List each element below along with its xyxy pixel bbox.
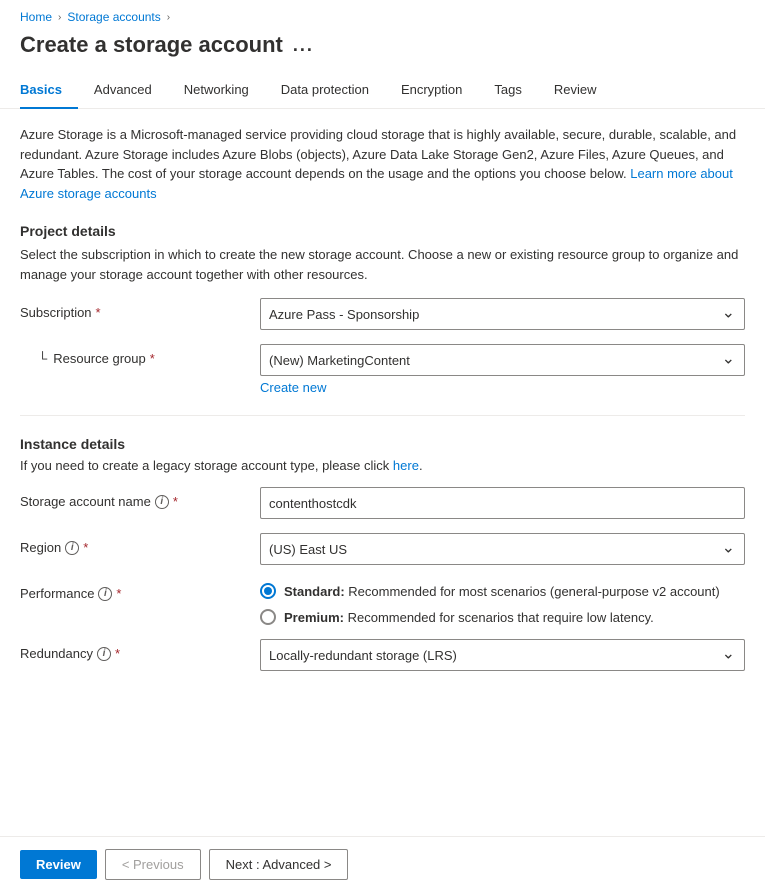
performance-premium-radio[interactable] bbox=[260, 609, 276, 625]
breadcrumb-storage-accounts[interactable]: Storage accounts bbox=[67, 10, 160, 24]
performance-standard-option[interactable]: Standard: Recommended for most scenarios… bbox=[260, 583, 745, 599]
page-title-row: Create a storage account ... bbox=[0, 28, 765, 72]
storage-name-info-icon[interactable]: i bbox=[155, 495, 169, 509]
tab-data-protection[interactable]: Data protection bbox=[265, 72, 385, 109]
tab-review[interactable]: Review bbox=[538, 72, 613, 109]
create-new-link[interactable]: Create new bbox=[260, 380, 326, 395]
storage-name-label: Storage account name i * bbox=[20, 487, 260, 509]
section-divider-1 bbox=[20, 415, 745, 416]
redundancy-info-icon[interactable]: i bbox=[97, 647, 111, 661]
project-details-desc: Select the subscription in which to crea… bbox=[20, 245, 745, 284]
resource-group-row: └ Resource group * (New) MarketingConten… bbox=[20, 344, 745, 395]
tab-networking[interactable]: Networking bbox=[168, 72, 265, 109]
breadcrumb: Home › Storage accounts › bbox=[0, 0, 765, 28]
performance-premium-label: Premium: Recommended for scenarios that … bbox=[284, 610, 654, 625]
legacy-link[interactable]: here bbox=[393, 458, 419, 473]
project-details-title: Project details bbox=[20, 223, 745, 239]
breadcrumb-home[interactable]: Home bbox=[20, 10, 52, 24]
performance-radio-group: Standard: Recommended for most scenarios… bbox=[260, 579, 745, 625]
redundancy-row: Redundancy i * Locally-redundant storage… bbox=[20, 639, 745, 671]
performance-row: Performance i * Standard: Recommended fo… bbox=[20, 579, 745, 625]
breadcrumb-sep2: › bbox=[167, 12, 170, 23]
redundancy-select[interactable]: Locally-redundant storage (LRS) bbox=[260, 639, 745, 671]
tab-encryption[interactable]: Encryption bbox=[385, 72, 478, 109]
region-select[interactable]: (US) East US bbox=[260, 533, 745, 565]
main-content: Azure Storage is a Microsoft-managed ser… bbox=[0, 109, 765, 765]
tab-advanced[interactable]: Advanced bbox=[78, 72, 168, 109]
subscription-required: * bbox=[96, 305, 101, 320]
storage-name-row: Storage account name i * bbox=[20, 487, 745, 519]
region-control: (US) East US bbox=[260, 533, 745, 565]
page-title: Create a storage account bbox=[20, 32, 283, 58]
review-button[interactable]: Review bbox=[20, 850, 97, 879]
breadcrumb-sep1: › bbox=[58, 12, 61, 23]
performance-premium-option[interactable]: Premium: Recommended for scenarios that … bbox=[260, 609, 745, 625]
page-options-button[interactable]: ... bbox=[293, 35, 314, 56]
instance-details-title: Instance details bbox=[20, 436, 745, 452]
subscription-label: Subscription * bbox=[20, 298, 260, 320]
performance-control: Standard: Recommended for most scenarios… bbox=[260, 579, 745, 625]
resource-group-label: └ Resource group * bbox=[20, 344, 260, 366]
performance-info-icon[interactable]: i bbox=[98, 587, 112, 601]
region-row: Region i * (US) East US bbox=[20, 533, 745, 565]
bottom-action-bar: Review < Previous Next : Advanced > bbox=[0, 836, 765, 892]
resource-group-select[interactable]: (New) MarketingContent bbox=[260, 344, 745, 376]
redundancy-control: Locally-redundant storage (LRS) bbox=[260, 639, 745, 671]
performance-required: * bbox=[116, 586, 121, 601]
storage-name-input[interactable] bbox=[260, 487, 745, 519]
region-label: Region i * bbox=[20, 533, 260, 555]
redundancy-required: * bbox=[115, 646, 120, 661]
subscription-control: Azure Pass - Sponsorship bbox=[260, 298, 745, 330]
region-required: * bbox=[83, 540, 88, 555]
performance-standard-label: Standard: Recommended for most scenarios… bbox=[284, 584, 720, 599]
intro-description: Azure Storage is a Microsoft-managed ser… bbox=[20, 125, 745, 203]
tab-tags[interactable]: Tags bbox=[478, 72, 537, 109]
subscription-row: Subscription * Azure Pass - Sponsorship bbox=[20, 298, 745, 330]
tab-bar: Basics Advanced Networking Data protecti… bbox=[0, 72, 765, 109]
tab-basics[interactable]: Basics bbox=[20, 72, 78, 109]
resource-group-required: * bbox=[150, 351, 155, 366]
resource-group-control: (New) MarketingContent Create new bbox=[260, 344, 745, 395]
region-info-icon[interactable]: i bbox=[65, 541, 79, 555]
performance-standard-radio[interactable] bbox=[260, 583, 276, 599]
storage-name-required: * bbox=[173, 494, 178, 509]
instance-legacy-text: If you need to create a legacy storage a… bbox=[20, 458, 745, 473]
subscription-select[interactable]: Azure Pass - Sponsorship bbox=[260, 298, 745, 330]
next-button[interactable]: Next : Advanced > bbox=[209, 849, 349, 880]
storage-name-control bbox=[260, 487, 745, 519]
previous-button[interactable]: < Previous bbox=[105, 849, 201, 880]
redundancy-label: Redundancy i * bbox=[20, 639, 260, 661]
performance-label: Performance i * bbox=[20, 579, 260, 601]
